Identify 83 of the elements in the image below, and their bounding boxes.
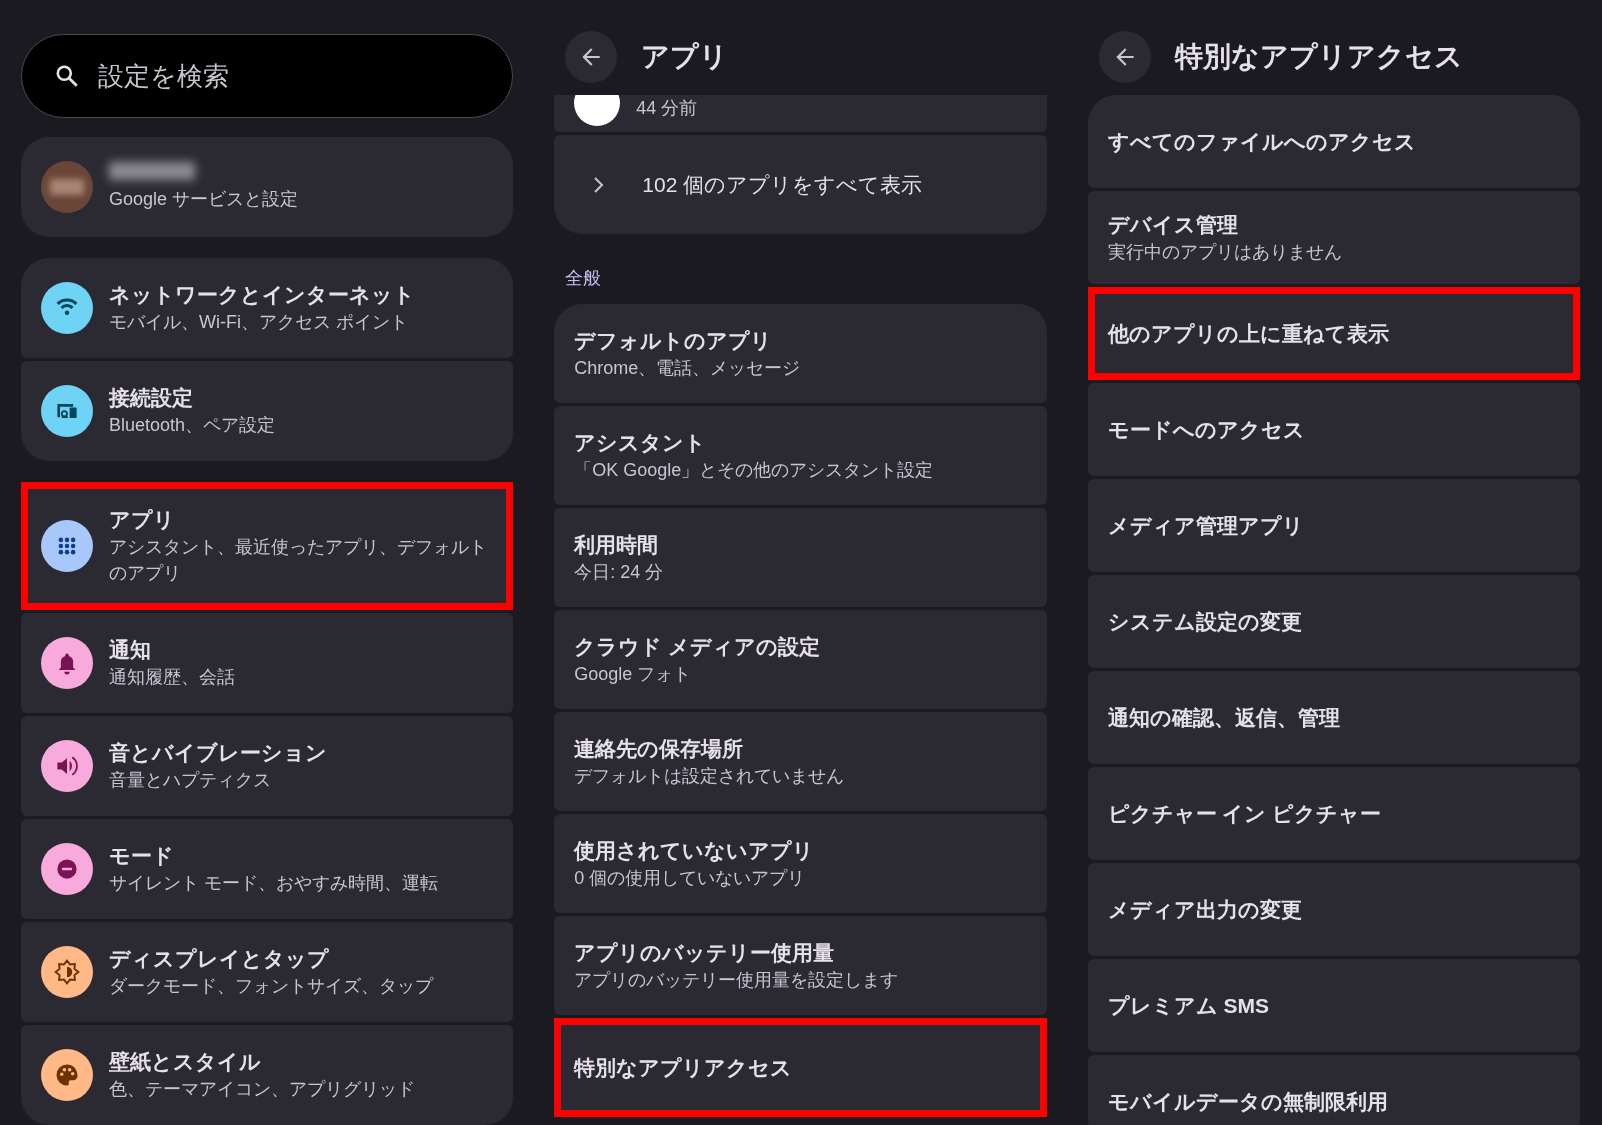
settings-item[interactable]: アプリのバッテリー使用量 アプリのバッテリー使用量を設定します (554, 916, 1047, 1015)
settings-item[interactable]: 通知 通知履歴、会話 (21, 613, 514, 713)
avatar (41, 161, 93, 213)
item-title: アプリのバッテリー使用量 (574, 939, 836, 966)
item-title: アプリ (109, 507, 176, 533)
settings-item[interactable]: 通知の確認、返信、管理 (1087, 671, 1580, 764)
item-title: ディスプレイとタップ (109, 946, 330, 972)
item-title: 特別なアプリアクセス (574, 1054, 793, 1082)
account-item[interactable]: Google サービスと設定 (21, 137, 514, 237)
settings-item[interactable]: モバイルデータの無制限利用 (1087, 1055, 1580, 1125)
item-title: モードへのアクセス (1107, 416, 1305, 443)
settings-item[interactable]: システム設定の変更 (1087, 575, 1580, 668)
settings-item[interactable]: 44 分前 (554, 95, 1047, 132)
item-title: 壁紙とスタイル (109, 1049, 262, 1075)
section-header: 全般 (564, 267, 603, 290)
settings-item[interactable]: モードへのアクセス (1087, 383, 1580, 476)
item-title: ネットワークとインターネット (109, 282, 415, 308)
item-subtitle: サイレント モード、おやすみ時間、運転 (109, 872, 438, 895)
item-subtitle: 実行中のアプリはありません (1107, 240, 1342, 264)
settings-item[interactable]: メディア出力の変更 (1087, 863, 1580, 956)
item-title: デバイス管理 (1107, 211, 1239, 238)
settings-item[interactable]: 連絡先の保存場所 デフォルトは設定されていません (554, 712, 1047, 811)
item-title: すべてのファイルへのアクセス (1107, 128, 1416, 155)
settings-item[interactable]: ピクチャー イン ピクチャー (1087, 767, 1580, 860)
settings-item[interactable]: プレミアム SMS (1087, 959, 1580, 1052)
settings-item[interactable]: モード サイレント モード、おやすみ時間、運転 (21, 819, 514, 919)
settings-item[interactable]: 音とバイブレーション 音量とハプティクス (21, 716, 514, 816)
search-icon (54, 63, 80, 89)
settings-item[interactable]: クラウド メディアの設定 Google フォト (554, 610, 1047, 709)
item-title: 使用されていないアプリ (574, 837, 815, 865)
item-subtitle: 44 分前 (636, 98, 698, 118)
item-subtitle: 「OK Google」とその他のアシスタント設定 (574, 458, 934, 482)
item-title: 連絡先の保存場所 (574, 735, 745, 762)
item-subtitle: デフォルトは設定されていません (574, 764, 845, 788)
item-subtitle: 色、テーマアイコン、アプリグリッド (109, 1078, 415, 1101)
item-title: デフォルトのアプリ (574, 327, 774, 354)
item-title: 音とバイブレーション (109, 740, 327, 766)
item-subtitle: Bluetooth、ペア設定 (109, 414, 276, 437)
item-subtitle: Google フォト (574, 662, 693, 686)
settings-item[interactable]: アプリ アシスタント、最近使ったアプリ、デフォルトのアプリ (21, 482, 514, 610)
see-all-apps-item[interactable]: 102 個のアプリをすべて表示 (554, 135, 1047, 234)
item-subtitle: 通知履歴、会話 (109, 666, 235, 689)
item-title: システム設定の変更 (1107, 608, 1302, 635)
item-subtitle: Chrome、電話、メッセージ (574, 356, 801, 380)
item-title: 接続設定 (109, 385, 194, 411)
item-subtitle: 0 個の使用していないアプリ (574, 866, 807, 890)
item-title: 通知の確認、返信、管理 (1107, 704, 1340, 731)
settings-item[interactable]: すべてのファイルへのアクセス (1087, 95, 1580, 188)
item-subtitle: アシスタント、最近使ったアプリ、デフォルトのアプリ (109, 536, 488, 585)
settings-item[interactable]: ネットワークとインターネット モバイル、Wi-Fi、アクセス ポイント (21, 258, 514, 358)
page-title: 特別なアプリアクセス (1174, 39, 1463, 74)
settings-item[interactable]: デバイス管理 実行中のアプリはありません (1087, 191, 1580, 284)
item-subtitle: 今日: 24 分 (574, 560, 664, 584)
search-field[interactable]: 設定を検索 (96, 59, 487, 93)
settings-item[interactable]: 他のアプリの上に重ねて表示 (1087, 287, 1580, 380)
settings-item[interactable]: メディア管理アプリ (1087, 479, 1580, 572)
item-title: 他のアプリの上に重ねて表示 (1107, 320, 1389, 347)
settings-item[interactable]: 使用されていないアプリ 0 個の使用していないアプリ (554, 814, 1047, 913)
item-title: 102 個のアプリをすべて表示 (642, 171, 923, 198)
settings-item[interactable]: 壁紙とスタイル 色、テーマアイコン、アプリグリッド (21, 1025, 514, 1125)
item-title: メディア出力の変更 (1107, 896, 1302, 923)
item-title: モバイルデータの無制限利用 (1107, 1088, 1388, 1115)
item-subtitle: アプリのバッテリー使用量を設定します (574, 968, 899, 992)
item-title: 利用時間 (574, 531, 660, 558)
item-subtitle: ダークモード、フォントサイズ、タップ (109, 975, 433, 998)
settings-item[interactable]: 利用時間 今日: 24 分 (554, 508, 1047, 607)
item-subtitle: 音量とハプティクス (109, 769, 272, 792)
item-title: アシスタント (574, 429, 708, 456)
item-title: ピクチャー イン ピクチャー (1107, 800, 1382, 827)
page-title: アプリ (641, 39, 729, 74)
item-title: メディア管理アプリ (1107, 512, 1304, 539)
settings-item[interactable]: 特別なアプリアクセス (554, 1018, 1047, 1117)
settings-item[interactable]: ディスプレイとタップ ダークモード、フォントサイズ、タップ (21, 922, 514, 1022)
settings-item[interactable]: アシスタント 「OK Google」とその他のアシスタント設定 (554, 406, 1047, 505)
settings-item[interactable]: 接続設定 Bluetooth、ペア設定 (21, 361, 514, 461)
item-title: プレミアム SMS (1107, 992, 1269, 1019)
item-title: クラウド メディアの設定 (574, 633, 821, 660)
item-title: モード (109, 843, 175, 869)
item-subtitle: Google サービスと設定 (109, 188, 299, 211)
item-title: 通知 (109, 637, 152, 663)
item-subtitle: モバイル、Wi-Fi、アクセス ポイント (109, 311, 409, 334)
settings-item[interactable]: デフォルトのアプリ Chrome、電話、メッセージ (554, 304, 1047, 403)
search-bar[interactable]: 設定を検索 (21, 34, 514, 118)
